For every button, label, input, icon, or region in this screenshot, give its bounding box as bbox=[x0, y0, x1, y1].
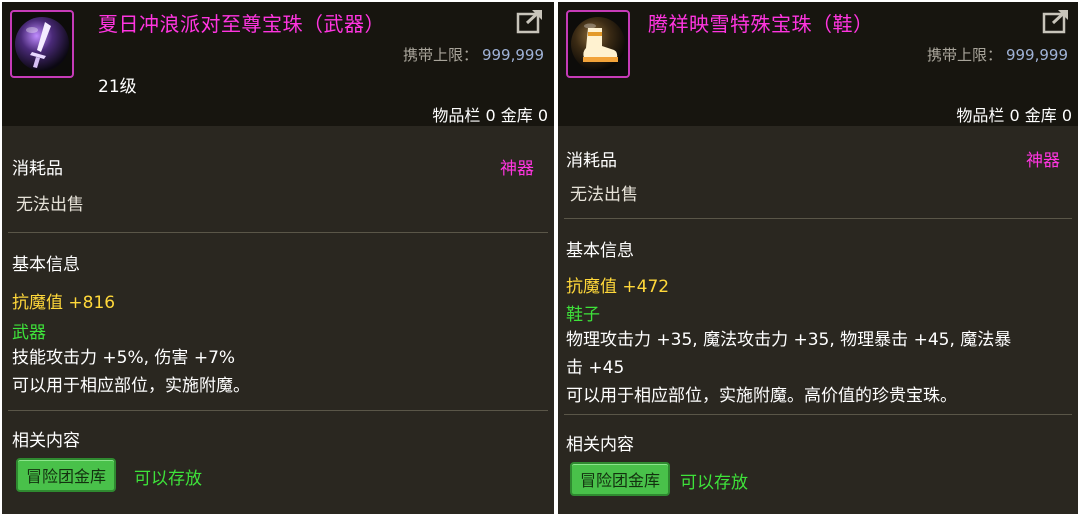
share-icon[interactable] bbox=[516, 8, 544, 34]
item-rarity: 神器 bbox=[1026, 151, 1060, 171]
item-category: 消耗品 bbox=[566, 151, 617, 171]
item-tooltip-right: 腾祥映雪特殊宝珠（鞋） 携带上限： 999,999 物品栏 0 金库 0 消耗品 … bbox=[558, 2, 1078, 514]
carry-limit-label: 携带上限： bbox=[402, 46, 478, 64]
divider bbox=[564, 414, 1072, 415]
carry-limit-label: 携带上限： bbox=[926, 46, 1002, 64]
sword-orb-icon bbox=[10, 10, 74, 78]
item-title: 腾祥映雪特殊宝珠（鞋） bbox=[648, 12, 874, 36]
adventure-vault-badge[interactable]: 冒险团金库 bbox=[570, 462, 671, 496]
tooltip-header: 夏日冲浪派对至尊宝珠（武器） 携带上限： 999,999 21级 物品栏 0 金库… bbox=[2, 2, 554, 126]
slot-type: 武器 bbox=[12, 323, 46, 343]
effect-description: 物理攻击力 +35, 魔法攻击力 +35, 物理暴击 +45, 魔法暴 击 +4… bbox=[566, 326, 1071, 410]
effect-line: 技能攻击力 +5%, 伤害 +7% bbox=[12, 348, 236, 368]
stat-magic-resist: 抗魔值 +472 bbox=[566, 277, 670, 297]
sell-status: 无法出售 bbox=[570, 185, 638, 205]
carry-limit: 携带上限： 999,999 bbox=[403, 44, 544, 65]
section-related: 相关内容 bbox=[566, 435, 634, 455]
slot-type: 鞋子 bbox=[566, 305, 600, 325]
tooltip-header: 腾祥映雪特殊宝珠（鞋） 携带上限： 999,999 物品栏 0 金库 0 bbox=[558, 2, 1078, 126]
effect-line: 物理攻击力 +35, 魔法攻击力 +35, 物理暴击 +45, 魔法暴 bbox=[566, 330, 1012, 350]
carry-limit-value: 999,999 bbox=[481, 46, 544, 64]
divider bbox=[8, 410, 548, 411]
adventure-vault-badge[interactable]: 冒险团金库 bbox=[16, 458, 117, 492]
effect-line: 可以用于相应部位，实施附魔。 bbox=[12, 376, 250, 396]
effect-description: 技能攻击力 +5%, 伤害 +7% 可以用于相应部位，实施附魔。 bbox=[12, 344, 250, 400]
share-icon[interactable] bbox=[1042, 8, 1070, 34]
storage-count: 物品栏 0 金库 0 bbox=[956, 106, 1072, 125]
stat-magic-resist: 抗魔值 +816 bbox=[12, 293, 116, 313]
effect-line: 可以用于相应部位，实施附魔。高价值的珍贵宝珠。 bbox=[566, 386, 957, 406]
shoe-orb-icon bbox=[566, 10, 630, 78]
item-rarity: 神器 bbox=[500, 159, 534, 179]
carry-limit-value: 999,999 bbox=[1005, 46, 1068, 64]
storage-count: 物品栏 0 金库 0 bbox=[432, 106, 548, 125]
item-tooltip-left: 夏日冲浪派对至尊宝珠（武器） 携带上限： 999,999 21级 物品栏 0 金库… bbox=[2, 2, 554, 514]
divider bbox=[564, 218, 1072, 219]
sell-status: 无法出售 bbox=[16, 195, 84, 215]
section-basic-info: 基本信息 bbox=[566, 241, 634, 261]
item-category: 消耗品 bbox=[12, 159, 63, 179]
section-basic-info: 基本信息 bbox=[12, 255, 80, 275]
carry-limit: 携带上限： 999,999 bbox=[927, 44, 1068, 65]
item-level: 21级 bbox=[98, 77, 137, 97]
divider bbox=[8, 232, 548, 233]
storable-note: 可以存放 bbox=[134, 469, 202, 489]
item-title: 夏日冲浪派对至尊宝珠（武器） bbox=[98, 12, 385, 36]
storable-note: 可以存放 bbox=[680, 473, 748, 493]
section-related: 相关内容 bbox=[12, 431, 80, 451]
tooltip-comparison: 夏日冲浪派对至尊宝珠（武器） 携带上限： 999,999 21级 物品栏 0 金库… bbox=[0, 0, 1080, 516]
effect-line: 击 +45 bbox=[566, 358, 625, 378]
